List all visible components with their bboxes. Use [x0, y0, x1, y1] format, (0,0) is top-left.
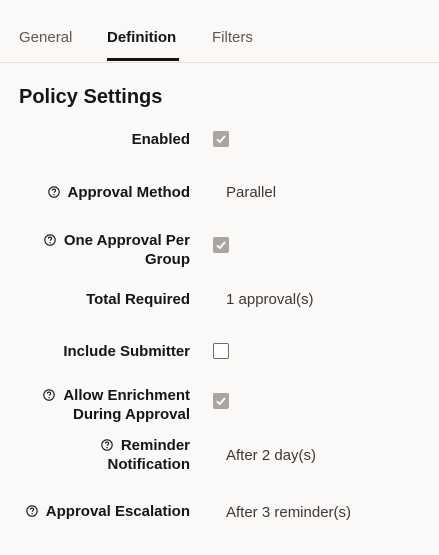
- total-required-value: 1 approval(s): [226, 291, 314, 308]
- field-label-allow-enrichment: Allow Enrichment During Approval: [43, 386, 190, 424]
- tab-filters[interactable]: Filters: [212, 29, 253, 46]
- enabled-checkbox[interactable]: [213, 131, 229, 147]
- field-label-include-submitter: Include Submitter: [63, 342, 190, 361]
- help-icon[interactable]: [47, 186, 60, 198]
- include-submitter-checkbox[interactable]: [213, 343, 229, 359]
- checkmark-icon: [216, 397, 226, 406]
- one-approval-per-group-checkbox[interactable]: [213, 237, 229, 253]
- label-text: Notification: [107, 456, 191, 473]
- tab-bar: General Definition Filters: [0, 0, 439, 63]
- field-label-reminder-notification: Reminder Notification: [101, 436, 190, 474]
- allow-enrichment-checkbox[interactable]: [213, 393, 229, 409]
- checkmark-icon: [216, 135, 226, 144]
- approval-escalation-value: After 3 reminder(s): [226, 504, 352, 521]
- section-title: Policy Settings: [19, 86, 163, 108]
- field-label-approval-escalation: Approval Escalation: [26, 502, 190, 521]
- label-text: Group: [145, 251, 190, 268]
- label-text: Approval Escalation: [45, 503, 190, 520]
- label-text: Include Submitter: [63, 343, 190, 360]
- help-icon[interactable]: [26, 505, 38, 517]
- reminder-notification-value: After 2 day(s): [226, 447, 317, 464]
- field-label-approval-method: Approval Method: [47, 183, 191, 202]
- label-text: Allow Enrichment: [63, 387, 190, 404]
- label-text: One Approval Per: [63, 232, 190, 249]
- active-tab-indicator: [107, 58, 179, 61]
- field-label-one-approval-per-group: One Approval Per Group: [44, 231, 190, 269]
- label-text: Enabled: [131, 131, 190, 148]
- help-icon[interactable]: [101, 439, 113, 451]
- label-text: During Approval: [73, 406, 190, 423]
- label-text: Reminder: [120, 437, 190, 454]
- field-label-total-required: Total Required: [86, 290, 190, 309]
- approval-method-value: Parallel: [226, 184, 277, 201]
- checkmark-icon: [216, 241, 226, 250]
- label-text: Total Required: [86, 291, 190, 308]
- tab-definition[interactable]: Definition: [107, 29, 176, 46]
- field-label-enabled: Enabled: [132, 130, 190, 149]
- help-icon[interactable]: [43, 389, 56, 401]
- help-icon[interactable]: [44, 234, 56, 246]
- tab-general[interactable]: General: [19, 29, 72, 46]
- label-text: Approval Method: [67, 184, 191, 201]
